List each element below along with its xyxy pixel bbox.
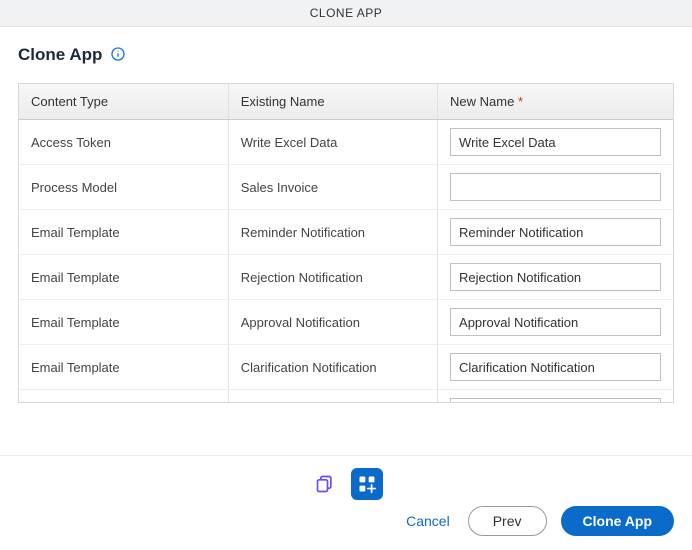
- cell-existing-name: Approval Notification: [228, 300, 437, 345]
- table-header-row: Content Type Existing Name New Name *: [19, 84, 673, 120]
- new-name-input[interactable]: [450, 308, 661, 336]
- table-row: Email TemplateRejection Notification: [19, 255, 673, 300]
- new-name-input[interactable]: [450, 353, 661, 381]
- cell-new-name: [438, 210, 673, 255]
- cell-content-type: Access Token: [19, 120, 228, 165]
- cell-content-type: Email Template: [19, 390, 228, 404]
- copy-view-button[interactable]: [309, 468, 341, 500]
- footer-actions: Cancel Prev Clone App: [18, 506, 674, 536]
- modal-title: CLONE APP: [310, 6, 383, 20]
- info-icon[interactable]: [110, 46, 126, 65]
- footer-spacer: [0, 403, 692, 455]
- table-row: Email TemplateReminder Notification: [19, 210, 673, 255]
- new-name-input[interactable]: [450, 128, 661, 156]
- cell-existing-name: Write Excel Data: [228, 120, 437, 165]
- footer-view-switch: [18, 468, 674, 500]
- prev-button[interactable]: Prev: [468, 506, 547, 536]
- cell-existing-name: Rejection Notification: [228, 255, 437, 300]
- clone-table: Content Type Existing Name New Name * Ac…: [19, 84, 673, 403]
- cell-new-name: [438, 300, 673, 345]
- new-name-input[interactable]: [450, 263, 661, 291]
- col-new-name: New Name *: [438, 84, 673, 120]
- cell-content-type: Process Model: [19, 165, 228, 210]
- cell-existing-name: Clarification Notification: [228, 345, 437, 390]
- page-title-row: Clone App: [18, 45, 674, 65]
- new-name-input[interactable]: [450, 218, 661, 246]
- cell-content-type: Email Template: [19, 345, 228, 390]
- table-row: Email TemplateApproval Notification: [19, 300, 673, 345]
- cell-existing-name: Reminder Notification: [228, 210, 437, 255]
- cell-new-name: [438, 345, 673, 390]
- cell-new-name: [438, 255, 673, 300]
- clone-app-button[interactable]: Clone App: [561, 506, 674, 536]
- new-name-input[interactable]: [450, 173, 661, 201]
- cell-content-type: Email Template: [19, 210, 228, 255]
- table-row: Process ModelSales Invoice: [19, 165, 673, 210]
- page-title: Clone App: [18, 45, 102, 65]
- cell-content-type: Email Template: [19, 300, 228, 345]
- cell-existing-name: Assignment Notification: [228, 390, 437, 404]
- footer: Cancel Prev Clone App: [0, 455, 692, 550]
- col-existing-name: Existing Name: [228, 84, 437, 120]
- cell-existing-name: Sales Invoice: [228, 165, 437, 210]
- grid-view-button[interactable]: [351, 468, 383, 500]
- cell-new-name: [438, 165, 673, 210]
- cancel-button[interactable]: Cancel: [402, 507, 454, 535]
- clone-table-wrap: Content Type Existing Name New Name * Ac…: [18, 83, 674, 403]
- cell-new-name: [438, 390, 673, 404]
- required-asterisk: *: [514, 94, 523, 109]
- table-row: Email TemplateAssignment Notification: [19, 390, 673, 404]
- cell-content-type: Email Template: [19, 255, 228, 300]
- table-row: Access TokenWrite Excel Data: [19, 120, 673, 165]
- cell-new-name: [438, 120, 673, 165]
- table-row: Email TemplateClarification Notification: [19, 345, 673, 390]
- col-content-type: Content Type: [19, 84, 228, 120]
- content-area: Clone App Content Type Existing Name New…: [0, 27, 692, 403]
- modal-header: CLONE APP: [0, 0, 692, 27]
